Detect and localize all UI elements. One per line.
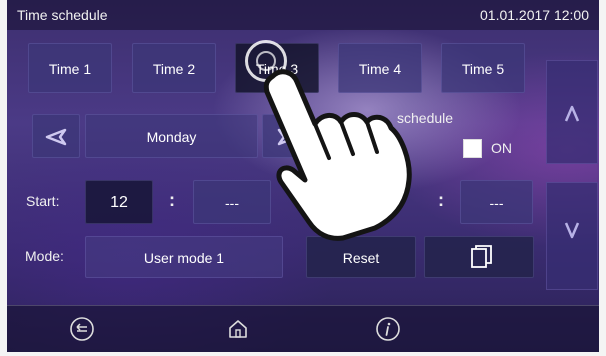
scroll-up-button[interactable] (546, 60, 598, 164)
mode-label: Mode: (25, 248, 64, 264)
info-icon (376, 317, 400, 341)
tab-time-5-label: Time 5 (461, 61, 505, 77)
chevron-left-icon (45, 128, 67, 146)
start-minute-value: --- (225, 195, 239, 211)
tab-time-2-label: Time 2 (152, 61, 196, 77)
schedule-on-label: ON (491, 140, 512, 156)
mode-value: User mode 1 (143, 250, 225, 266)
day-value: Monday (146, 129, 197, 145)
tab-time-1[interactable]: Time 1 (28, 43, 112, 93)
chevron-down-icon (564, 222, 580, 239)
mode-selector[interactable]: User mode 1 (85, 236, 283, 278)
info-button[interactable] (373, 314, 403, 344)
chevron-up-icon (564, 105, 580, 122)
tab-time-2[interactable]: Time 2 (132, 43, 216, 93)
reset-button[interactable]: Reset (306, 236, 416, 278)
page-title: Time schedule (17, 7, 108, 23)
bottom-nav-bar (7, 305, 599, 352)
back-button[interactable] (67, 314, 97, 344)
scroll-down-button[interactable] (546, 182, 598, 290)
time-schedule-screen: Time schedule 01.01.2017 12:00 Time 1 Ti… (7, 0, 599, 352)
tab-time-5[interactable]: Time 5 (441, 43, 525, 93)
home-button[interactable] (223, 314, 253, 344)
back-icon (70, 317, 94, 341)
start-hour-value: 12 (110, 194, 128, 211)
start-time-separator: : (169, 190, 175, 210)
day-display: Monday (85, 114, 258, 158)
end-minute-field[interactable]: --- (460, 180, 533, 224)
prev-day-button[interactable] (32, 114, 80, 158)
start-label: Start: (26, 193, 60, 209)
reset-button-label: Reset (342, 250, 380, 266)
copy-icon (471, 245, 492, 268)
status-bar: Time schedule 01.01.2017 12:00 (7, 0, 599, 30)
copy-button[interactable] (424, 236, 534, 278)
end-minute-value: --- (489, 195, 504, 211)
schedule-on-checkbox[interactable] (463, 139, 482, 158)
home-icon (229, 320, 247, 338)
start-hour-field[interactable]: 12 (85, 180, 153, 224)
tapping-hand-icon (263, 69, 412, 241)
tab-time-1-label: Time 1 (48, 61, 92, 77)
date-time-display: 01.01.2017 12:00 (480, 7, 589, 23)
